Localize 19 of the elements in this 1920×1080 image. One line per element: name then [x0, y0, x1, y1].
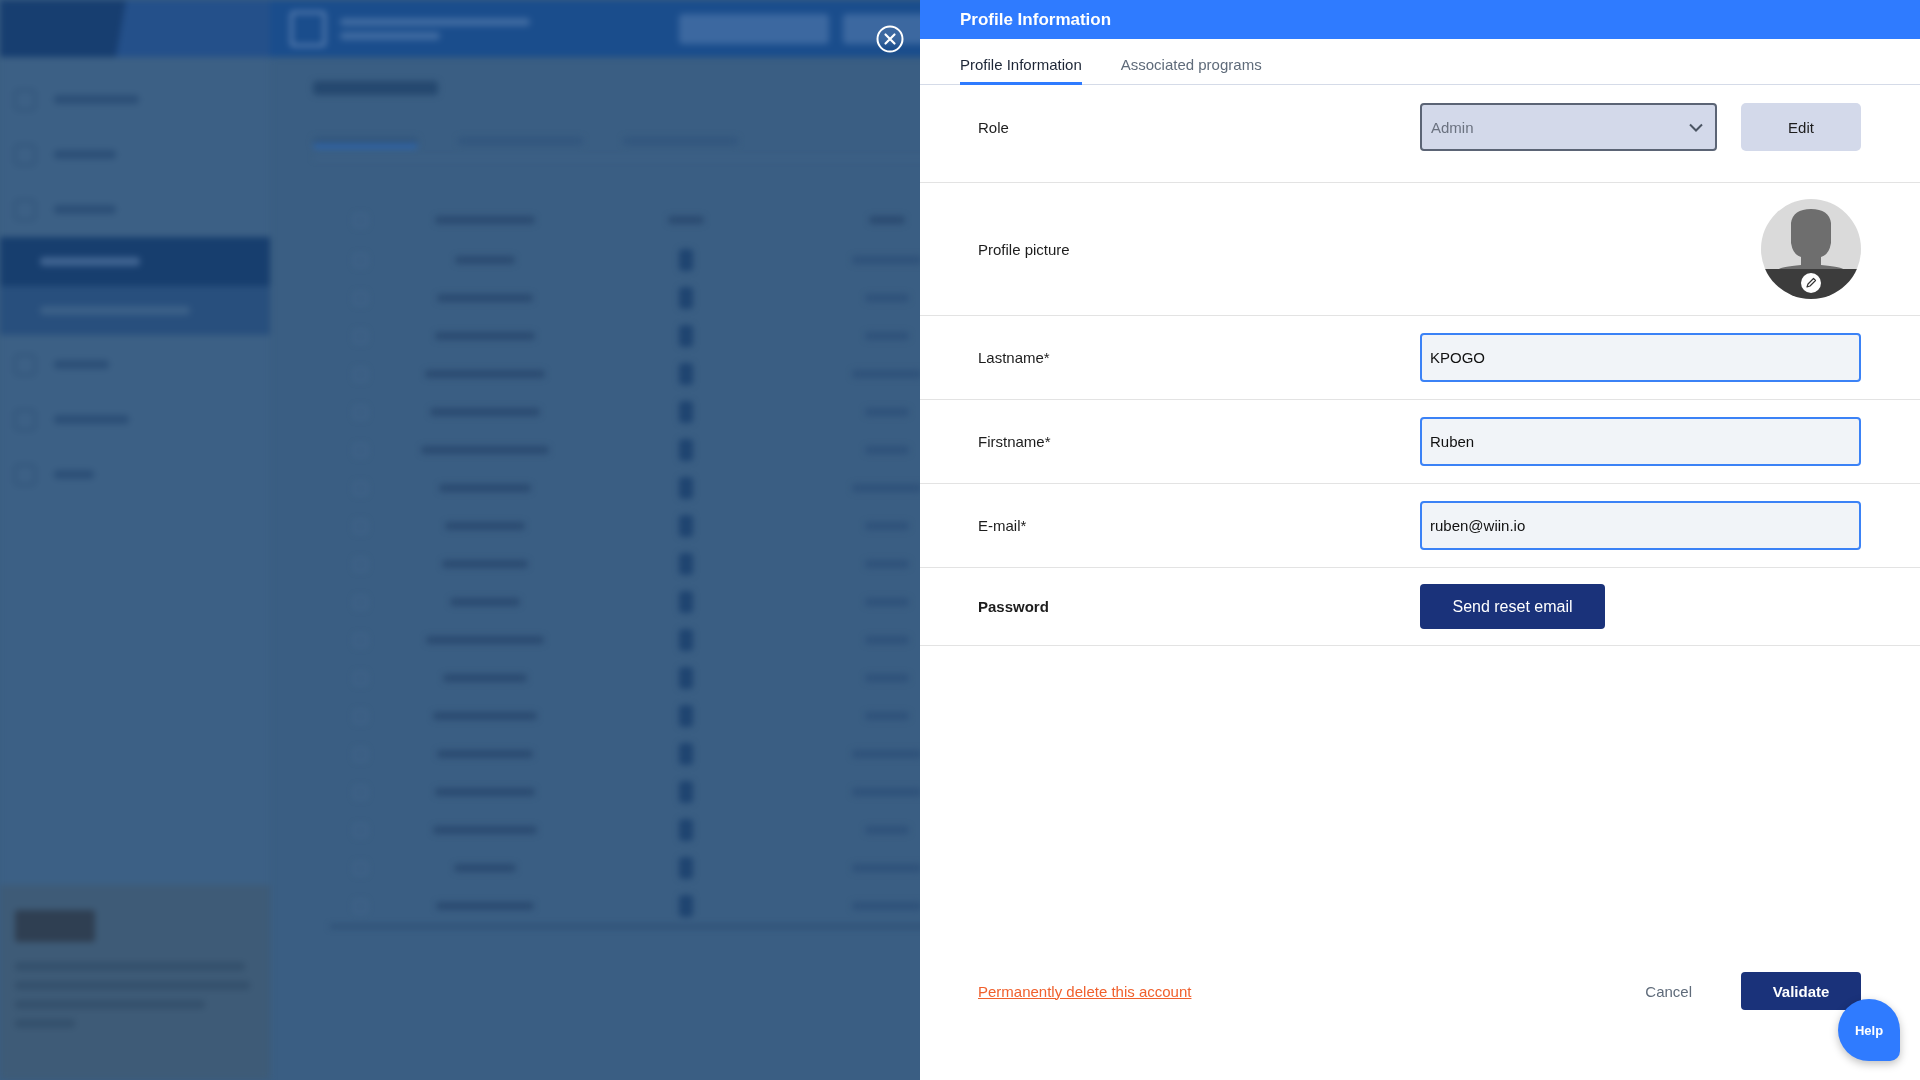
- send-reset-email-button[interactable]: Send reset email: [1420, 584, 1605, 629]
- cancel-button[interactable]: Cancel: [1641, 978, 1696, 1004]
- field-label: Firstname*: [978, 433, 1051, 450]
- panel-title-bar: Profile Information: [920, 0, 1920, 39]
- text-input-field[interactable]: ruben@wiin.io: [1420, 501, 1861, 550]
- validate-button[interactable]: Validate: [1741, 972, 1861, 1010]
- chevron-down-icon: [1689, 122, 1703, 132]
- close-icon[interactable]: [876, 25, 904, 53]
- field-label: Role: [978, 118, 1009, 136]
- field-label: E-mail*: [978, 517, 1027, 534]
- tab[interactable]: Associated programs: [1120, 56, 1262, 85]
- field-label: Lastname*: [978, 349, 1050, 366]
- field-label: Password: [978, 598, 1049, 615]
- field-label: Profile picture: [978, 240, 1070, 258]
- pencil-icon[interactable]: [1801, 273, 1821, 293]
- tab[interactable]: Profile Information: [960, 56, 1082, 85]
- text-input-field[interactable]: Ruben: [1420, 417, 1861, 466]
- help-button[interactable]: Help: [1838, 999, 1900, 1061]
- text-input-field[interactable]: KPOGO: [1420, 333, 1861, 382]
